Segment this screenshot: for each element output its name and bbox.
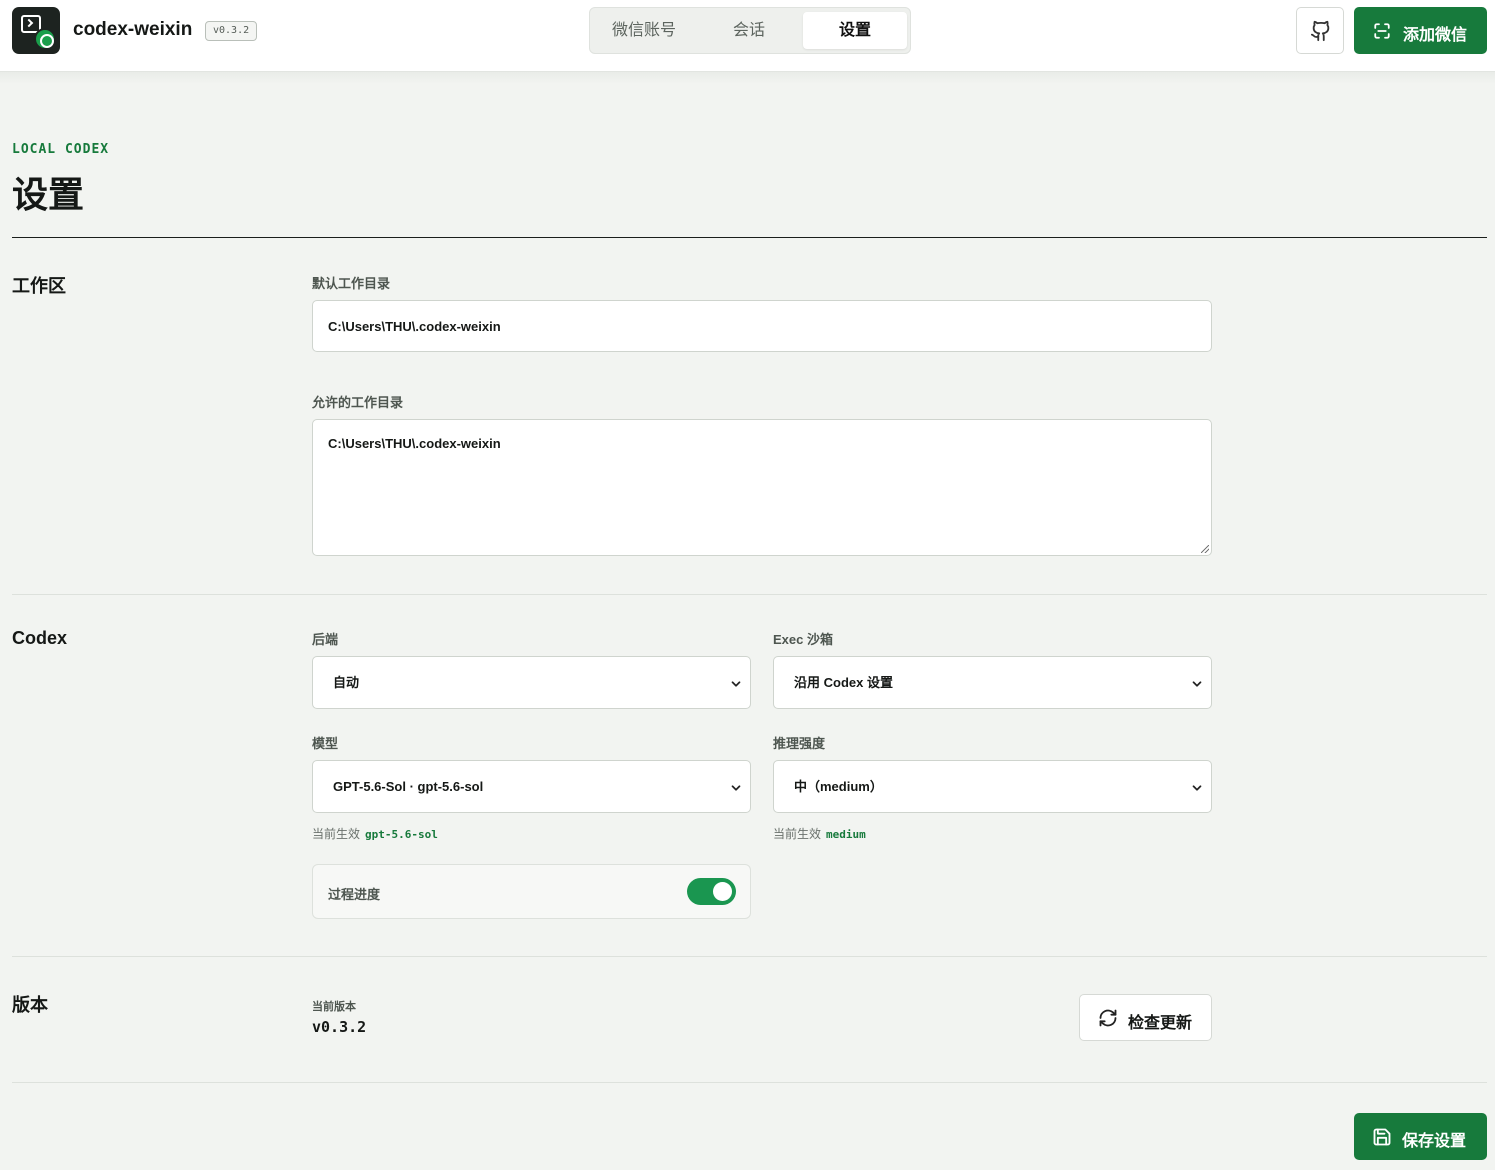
add-weixin-button[interactable]: 添加微信 (1354, 7, 1487, 54)
model-select[interactable]: GPT-5.6-Sol · gpt-5.6-sol (312, 760, 751, 813)
version-badge: v0.3.2 (205, 21, 258, 41)
section-divider (12, 1082, 1487, 1083)
effort-select[interactable]: 中（medium） (773, 760, 1212, 813)
toggle-knob (713, 882, 732, 901)
chevron-down-icon (731, 681, 741, 687)
chevron-down-icon (1192, 681, 1202, 687)
sandbox-value: 沿用 Codex 设置 (794, 675, 893, 690)
workspace-section-title: 工作区 (12, 276, 66, 296)
add-weixin-label: 添加微信 (1403, 27, 1468, 44)
sandbox-label: Exec 沙箱 (773, 632, 833, 647)
app-name: codex-weixin (73, 19, 193, 40)
save-settings-label: 保存设置 (1402, 1133, 1467, 1150)
backend-select[interactable]: 自动 (312, 656, 751, 709)
allowed-dirs-textarea[interactable]: C:\Users\THU\.codex-weixin (312, 419, 1212, 556)
current-version-value: v0.3.2 (312, 1018, 367, 1036)
version-section-title: 版本 (12, 995, 48, 1015)
model-hint: 当前生效 gpt-5.6-sol (312, 825, 438, 842)
current-version-label: 当前版本 (312, 1001, 356, 1013)
allowed-dirs-label: 允许的工作目录 (312, 395, 404, 410)
check-update-button[interactable]: 检查更新 (1079, 994, 1212, 1041)
save-settings-button[interactable]: 保存设置 (1354, 1113, 1487, 1160)
progress-toggle-row: 过程进度 (312, 864, 751, 919)
resize-handle-icon[interactable] (1201, 545, 1209, 553)
top-bar: codex-weixin v0.3.2 微信账号 会话 设置 添加微信 (0, 0, 1495, 72)
sandbox-select[interactable]: 沿用 Codex 设置 (773, 656, 1212, 709)
page-title: 设置 (12, 174, 85, 215)
effort-value: 中（medium） (794, 779, 883, 794)
model-value: GPT-5.6-Sol · gpt-5.6-sol (333, 779, 484, 794)
refresh-icon (1099, 1009, 1117, 1027)
progress-label: 过程进度 (328, 887, 381, 902)
model-hint-code: gpt-5.6-sol (365, 828, 438, 841)
effort-hint-code: medium (826, 828, 866, 841)
github-button[interactable] (1296, 7, 1344, 54)
codex-section-title: Codex (12, 628, 68, 648)
save-icon (1373, 1128, 1391, 1146)
model-hint-prefix: 当前生效 (312, 827, 361, 841)
effort-hint: 当前生效 medium (773, 825, 866, 842)
scan-icon (1374, 23, 1390, 39)
github-icon (1310, 20, 1330, 42)
default-dir-label: 默认工作目录 (312, 276, 391, 291)
default-dir-input[interactable]: C:\Users\THU\.codex-weixin (312, 300, 1212, 352)
section-divider (12, 594, 1487, 595)
backend-value: 自动 (333, 675, 360, 690)
tab-weixin-accounts[interactable]: 微信账号 (592, 12, 696, 49)
page-eyebrow: LOCAL CODEX (12, 142, 110, 157)
backend-label: 后端 (312, 632, 339, 647)
nav-tabs: 微信账号 会话 设置 (589, 7, 911, 54)
model-label: 模型 (312, 736, 339, 751)
progress-toggle[interactable] (687, 878, 736, 905)
tab-sessions[interactable]: 会话 (697, 12, 801, 49)
chevron-down-icon (731, 785, 741, 791)
title-divider (12, 237, 1487, 238)
app-logo-icon (12, 7, 60, 54)
section-divider (12, 956, 1487, 957)
effort-label: 推理强度 (773, 736, 826, 751)
chevron-down-icon (1192, 785, 1202, 791)
top-bar-shadow (0, 72, 1495, 84)
effort-hint-prefix: 当前生效 (773, 827, 822, 841)
tab-settings[interactable]: 设置 (803, 12, 907, 49)
check-update-label: 检查更新 (1128, 1015, 1193, 1032)
allowed-dirs-value: C:\Users\THU\.codex-weixin (328, 436, 501, 451)
